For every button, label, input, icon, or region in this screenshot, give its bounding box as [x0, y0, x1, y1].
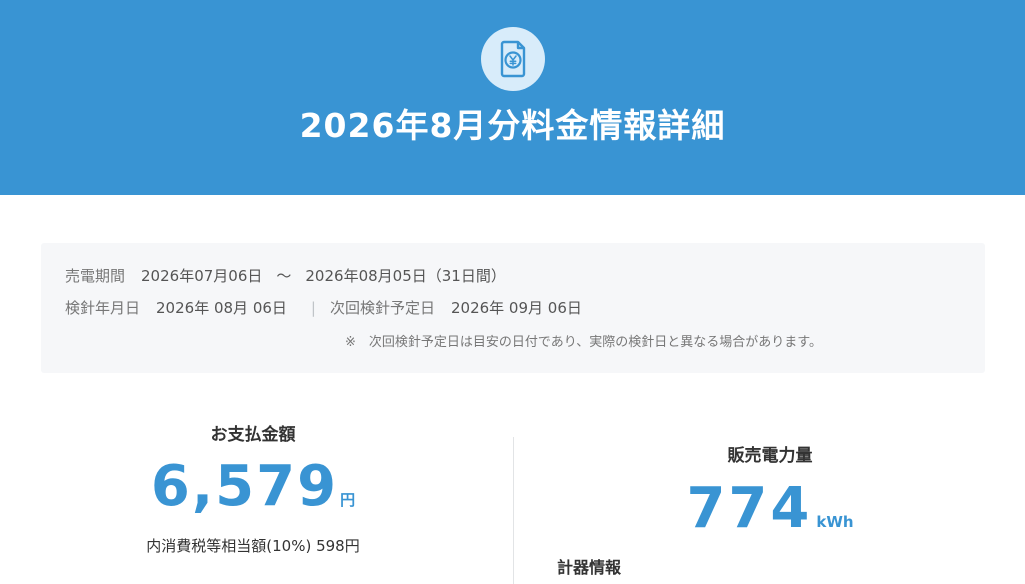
page-title: 2026年8月分料金情報詳細 — [299, 106, 726, 145]
tax-amount: 内消費税等相当額(10%) 598円 — [146, 537, 360, 555]
reading-date-label: 検針年月日 — [65, 299, 141, 317]
separator: | — [310, 299, 316, 317]
section-divider — [513, 437, 514, 584]
meter-reading-info-box: 売電期間 2026年07月06日 ～ 2026年08月05日（31日間） 検針年月日 2… — [41, 243, 985, 373]
page-header: 2026年8月分料金情報詳細 — [0, 0, 1025, 195]
reading-date-row: 検針年月日 2026年 08月 06日 | 次回検針予定日 2026年 09月 06日 — [65, 298, 582, 318]
power-amount-block: 774 kWh — [520, 477, 1020, 541]
payment-unit: 円 — [340, 491, 356, 509]
power-label: 販売電力量 — [727, 446, 813, 466]
meter-info-title: 計器情報 — [557, 558, 622, 577]
power-unit: kWh — [816, 513, 854, 531]
yen-document-icon — [481, 27, 545, 91]
tilde: ～ — [276, 267, 292, 285]
payment-label: お支払金額 — [210, 425, 296, 445]
next-reading-date: 2026年 09月 06日 — [450, 299, 582, 317]
payment-amount-block: 6,579 円 — [0, 455, 506, 519]
sale-period-start: 2026年07月06日 — [141, 267, 263, 285]
power-amount: 774 — [686, 476, 813, 541]
reading-date-note: ※ 次回検針予定日は目安の日付であり、実際の検針日と異なる場合があります。 — [345, 335, 822, 350]
payment-amount: 6,579 — [150, 454, 339, 519]
sale-period-label: 売電期間 — [65, 267, 126, 285]
reading-date-value: 2026年 08月 06日 — [156, 299, 287, 317]
sale-period-row: 売電期間 2026年07月06日 ～ 2026年08月05日（31日間） — [65, 266, 506, 286]
sale-period-end: 2026年08月05日（31日間） — [305, 267, 506, 285]
next-reading-label: 次回検針予定日 — [329, 299, 435, 317]
